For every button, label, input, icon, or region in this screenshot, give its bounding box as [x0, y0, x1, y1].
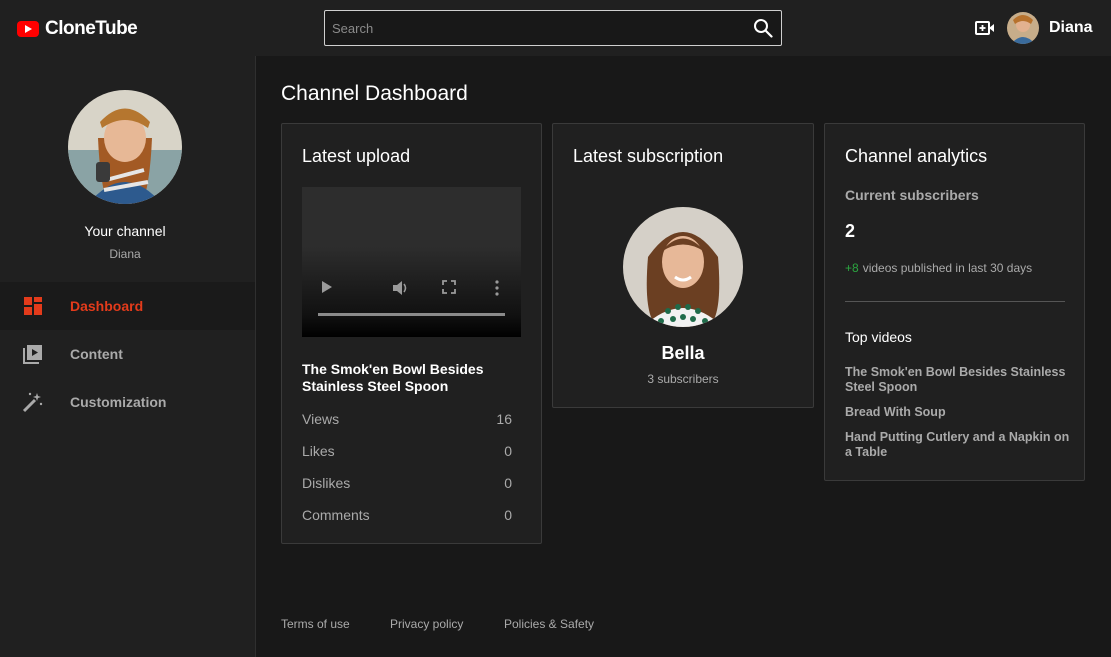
stat-label: Dislikes [302, 475, 351, 491]
sidebar-item-label: Dashboard [70, 298, 144, 314]
current-subscribers-value: 2 [845, 221, 856, 241]
subscriber-name[interactable]: Bella [553, 343, 813, 364]
latest-subscription-card: Latest subscription Bella 3 subscribers [552, 123, 814, 408]
channel-name: Diana [109, 247, 141, 261]
content-icon [22, 344, 44, 364]
stat-comments: Comments 0 [302, 507, 512, 523]
page-title: Channel Dashboard [281, 82, 468, 105]
top-videos-label: Top videos [845, 329, 912, 345]
search-box [324, 10, 782, 46]
dashboard-icon [22, 296, 44, 316]
stat-label: Likes [302, 443, 335, 459]
user-name[interactable]: Diana [1049, 19, 1093, 37]
channel-analytics-card: Channel analytics Current subscribers 2 … [824, 123, 1085, 481]
subscriber-avatar[interactable] [623, 207, 743, 327]
video-title[interactable]: The Smok'en Bowl Besides Stainless Steel… [302, 361, 522, 395]
stat-views: Views 16 [302, 411, 512, 427]
play-icon[interactable] [321, 280, 333, 294]
sidebar-item-dashboard[interactable]: Dashboard [0, 282, 255, 330]
top-video-link[interactable]: Hand Putting Cutlery and a Napkin on a T… [845, 430, 1070, 460]
stat-value: 0 [504, 475, 512, 491]
terms-link[interactable]: Terms of use [281, 617, 350, 631]
create-video-icon[interactable] [975, 19, 995, 37]
fullscreen-icon[interactable] [442, 280, 456, 294]
your-channel-label: Your channel [84, 223, 166, 239]
logo-icon [17, 21, 39, 37]
stat-likes: Likes 0 [302, 443, 512, 459]
current-subscribers-label: Current subscribers [845, 187, 979, 203]
search-input[interactable] [325, 11, 745, 45]
logo-text: CloneTube [45, 18, 138, 39]
avatar[interactable] [1007, 12, 1039, 44]
video-progress-bar[interactable] [318, 313, 505, 316]
more-options-icon[interactable] [494, 280, 500, 296]
stat-label: Views [302, 411, 340, 427]
policies-link[interactable]: Policies & Safety [504, 617, 594, 631]
published-summary: +8 videos published in last 30 days [845, 261, 1032, 275]
sidebar-item-label: Content [70, 346, 123, 362]
stat-value: 0 [504, 507, 512, 523]
card-title: Channel analytics [845, 146, 988, 166]
search-icon[interactable] [753, 18, 773, 38]
stat-dislikes: Dislikes 0 [302, 475, 512, 491]
stat-label: Comments [302, 507, 370, 523]
published-count: +8 [845, 261, 859, 275]
top-video-link[interactable]: The Smok'en Bowl Besides Stainless Steel… [845, 365, 1070, 395]
logo-link[interactable]: CloneTube [17, 18, 138, 40]
stat-value: 16 [496, 411, 512, 427]
sidebar-item-customization[interactable]: Customization [0, 378, 255, 426]
customization-icon [22, 392, 44, 413]
video-player[interactable] [302, 187, 521, 337]
top-bar: CloneTube Diana [0, 0, 1111, 56]
card-title: Latest subscription [573, 146, 724, 166]
published-text: videos published in last 30 days [862, 261, 1033, 275]
privacy-link[interactable]: Privacy policy [390, 617, 463, 631]
stat-value: 0 [504, 443, 512, 459]
channel-avatar[interactable] [68, 90, 182, 204]
latest-upload-card: Latest upload The Smok'en Bowl Besides S… [281, 123, 542, 544]
volume-icon[interactable] [392, 280, 410, 296]
divider [845, 301, 1065, 302]
subscriber-count: 3 subscribers [647, 372, 719, 386]
card-title: Latest upload [302, 146, 411, 166]
top-video-link[interactable]: Bread With Soup [845, 405, 1070, 420]
sidebar: Your channel Diana Dashboard Content Cus… [0, 56, 256, 657]
sidebar-item-content[interactable]: Content [0, 330, 255, 378]
sidebar-nav: Dashboard Content Customization [0, 282, 255, 426]
sidebar-item-label: Customization [70, 394, 167, 410]
